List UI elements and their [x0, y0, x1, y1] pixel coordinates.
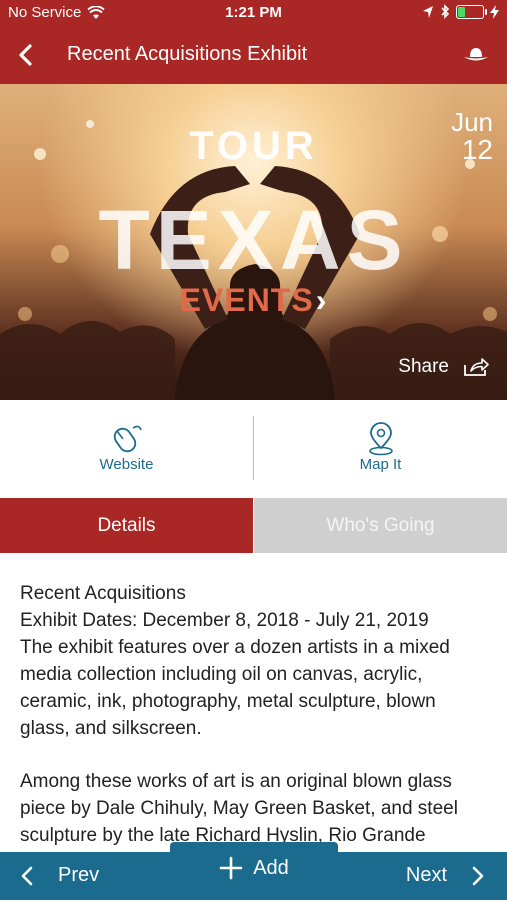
add-label: Add [253, 856, 289, 879]
location-icon [423, 5, 433, 18]
battery-icon [456, 4, 487, 19]
event-date-day: 12 [461, 134, 493, 165]
prev-button[interactable]: Prev [20, 864, 99, 887]
brand-texas-text: TEXAS [98, 193, 409, 287]
details-heading: Recent Acquisitions [20, 583, 186, 604]
event-hero-image: TOUR TEXAS EVENTS› Jun 12 Share [0, 84, 507, 400]
chevron-right-icon [472, 866, 484, 885]
event-date: Jun 12 [451, 108, 493, 164]
action-bar: Website Map It [0, 400, 507, 498]
cowboy-hat-icon[interactable] [463, 45, 489, 65]
chevron-left-icon [21, 866, 33, 885]
status-bar: No Service 1:21 PM [0, 0, 507, 26]
mouse-icon [113, 425, 142, 453]
bluetooth-icon [441, 4, 450, 19]
share-icon [464, 358, 489, 376]
tab-details[interactable]: Details [0, 498, 253, 553]
website-label: Website [99, 456, 154, 473]
event-date-month: Jun [451, 107, 493, 137]
map-pin-icon [369, 422, 393, 456]
chevron-left-icon[interactable] [12, 40, 40, 70]
brand-events-label: EVENTS [179, 282, 314, 318]
share-label: Share [398, 356, 449, 377]
brand-events-text: EVENTS› [0, 282, 507, 319]
map-it-button[interactable]: Map It [254, 400, 507, 498]
charging-icon [490, 4, 499, 19]
add-button-content: Add [170, 856, 338, 880]
website-button[interactable]: Website [0, 400, 253, 498]
plus-icon [219, 856, 243, 880]
share-button[interactable]: Share [398, 356, 489, 378]
details-dates: Exhibit Dates: December 8, 2018 - July 2… [20, 610, 429, 631]
prev-label: Prev [58, 864, 100, 886]
details-paragraph-1: The exhibit features over a dozen artist… [20, 637, 450, 739]
detail-tabs: Details Who's Going [0, 498, 507, 553]
brand-tour-text: TOUR [189, 124, 318, 168]
map-it-label: Map It [359, 456, 402, 473]
add-button[interactable]: Add [170, 842, 338, 900]
next-label: Next [405, 864, 447, 886]
next-button[interactable]: Next [406, 864, 485, 887]
status-right [422, 4, 499, 19]
page-title: Recent Acquisitions Exhibit [67, 43, 308, 65]
brand-events-chevron: › [315, 282, 328, 318]
nav-bar: Recent Acquisitions Exhibit [0, 26, 507, 84]
tab-whos-going[interactable]: Who's Going [254, 498, 507, 553]
